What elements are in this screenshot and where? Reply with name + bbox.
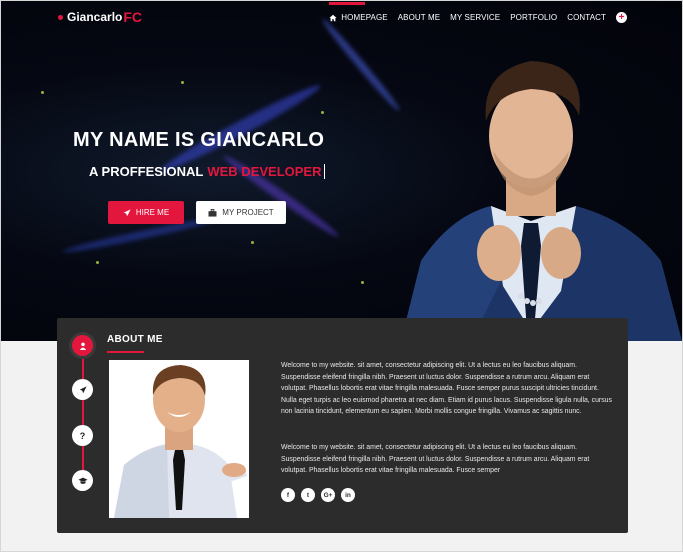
nav-label: PORTFOLIO [510,13,558,22]
about-card: ? ABOUT ME Welcome to my website. sit am… [57,318,628,533]
user-icon[interactable] [72,335,93,356]
hero-section: Giancarlo FC HOMEPAGE ABOUT ME MY SERVIC… [1,1,682,341]
home-icon [329,14,337,21]
hire-me-button[interactable]: HIRE ME [108,201,184,224]
about-paragraph-2: Welcome to my website. sit amet, consect… [281,444,590,475]
light-streak [158,79,324,177]
nav-item-my-service[interactable]: MY SERVICE [450,13,500,22]
logo-suffix: FC [123,9,143,25]
social-links: f t G+ in [281,488,355,502]
light-dot [361,281,364,284]
briefcase-icon [208,208,217,217]
nav-label: HOMEPAGE [341,13,388,22]
about-title: ABOUT ME [107,334,163,345]
timeline-line [82,348,84,488]
logo-name: Giancarlo [67,10,123,24]
active-indicator [329,2,366,5]
question-icon[interactable]: ? [72,425,93,446]
nav-item-portfolio[interactable]: PORTFOLIO [510,13,557,22]
site-logo[interactable]: Giancarlo FC [58,9,142,25]
light-dot [321,111,324,114]
my-project-label: MY PROJECT [222,208,274,217]
light-dot [181,81,184,84]
hire-me-label: HIRE ME [135,208,170,217]
light-dot [251,241,254,244]
light-dot [96,261,99,264]
about-title-underline [107,351,144,353]
main-nav: HOMEPAGE ABOUT ME MY SERVICE PORTFOLIO C… [329,2,627,23]
nav-item-about-me[interactable]: ABOUT ME [398,13,440,22]
hero-subtitle: A PROFFESIONAL WEB DEVELOPER [89,164,326,179]
typing-cursor [324,164,326,179]
hero-title: MY NAME IS GIANCARLO [73,129,325,151]
rocket-icon [123,208,131,216]
rocket-icon[interactable] [72,379,93,400]
hero-subtitle-prefix: A PROFFESIONAL [89,164,204,179]
light-dot [41,91,44,94]
logo-dot [58,14,63,20]
google-plus-icon[interactable]: G+ [321,488,335,502]
twitter-icon[interactable]: t [301,488,315,502]
nav-label: MY SERVICE [450,13,501,22]
nav-label: ABOUT ME [397,13,441,22]
about-paragraph-1: Welcome to my website. sit amet, consect… [281,362,612,416]
my-project-button[interactable]: MY PROJECT [196,201,286,224]
nav-item-contact[interactable]: CONTACT [567,13,606,22]
nav-label: CONTACT [567,13,606,22]
graduation-cap-icon[interactable] [72,470,93,491]
plus-icon[interactable]: + [616,12,627,23]
about-portrait-image [109,360,249,518]
hero-portrait-image [401,61,682,341]
hero-subtitle-accent: WEB DEVELOPER [207,164,322,179]
facebook-icon[interactable]: f [281,488,295,502]
linkedin-icon[interactable]: in [341,488,355,502]
nav-item-homepage[interactable]: HOMEPAGE [329,2,388,22]
